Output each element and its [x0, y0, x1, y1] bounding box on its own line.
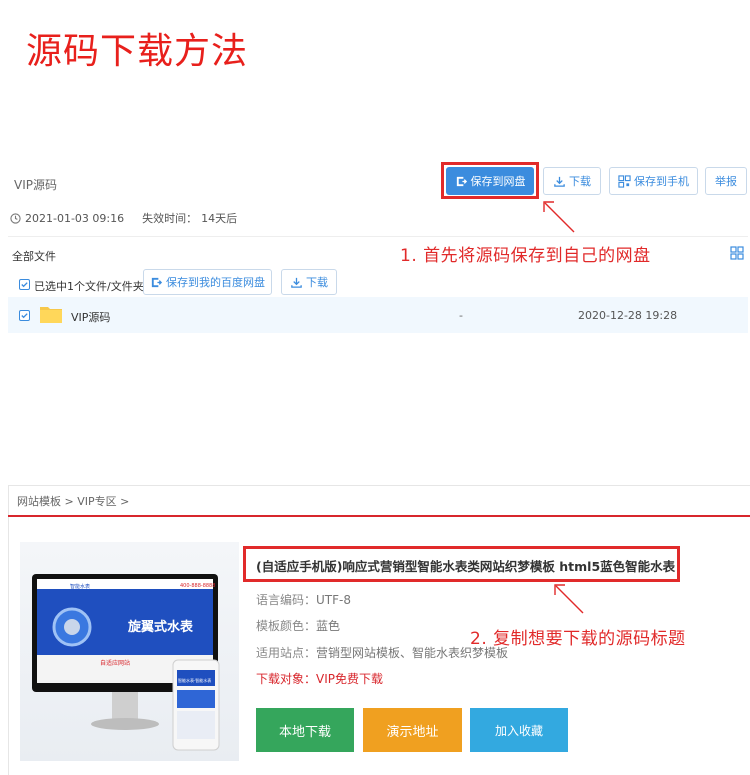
highlight-box-title: [243, 546, 680, 582]
page-heading: 源码下载方法: [26, 31, 249, 72]
demo-button[interactable]: 演示地址: [363, 708, 462, 752]
folder-icon: [40, 307, 62, 323]
shared-file-name: VIP源码: [14, 178, 57, 192]
save-to-baidu-button[interactable]: 保存到我的百度网盘: [143, 269, 272, 295]
download-button[interactable]: 下载: [543, 167, 601, 195]
all-files-label: 全部文件: [12, 250, 56, 263]
attr-color: 模板颜色：蓝色: [256, 617, 340, 634]
share-date: 2021-01-03 09:16: [25, 211, 125, 225]
divider: [8, 236, 748, 237]
favorite-button[interactable]: 加入收藏: [470, 708, 568, 752]
annotation-arrow-1: [543, 201, 575, 233]
checkmark-icon: [21, 313, 28, 319]
breadcrumb[interactable]: 网站模板 > VIP专区 >: [17, 493, 129, 509]
download-icon: [291, 277, 302, 288]
save-to-phone-button[interactable]: 保存到手机: [609, 167, 698, 195]
row-file-date: 2020-12-28 19:28: [578, 309, 678, 322]
attr-sites-label: 适用站点：: [256, 646, 317, 660]
selected-count-label: 已选中1个文件/文件夹: [34, 280, 144, 293]
save-to-phone-label: 保存到手机: [634, 175, 689, 188]
annotation-step-1: 1. 首先将源码保存到自己的网盘: [400, 246, 651, 266]
download-icon: [554, 176, 565, 187]
report-label: 举报: [715, 175, 737, 188]
attr-color-label: 模板颜色：: [256, 619, 317, 633]
checkmark-icon: [21, 282, 28, 288]
product-image: 智能水表 400-888-8888 旋翼式水表 自适应网站 智能水表·智能水表: [20, 542, 239, 761]
attr-color-value: 蓝色: [316, 619, 341, 633]
share-meta: 2021-01-03 09:16 失效时间： 14天后: [10, 210, 237, 226]
preview-mobile-heading: 智能水表·智能水表: [178, 678, 212, 683]
qr-code-icon: [618, 174, 631, 188]
annotation-arrow-2: [554, 584, 584, 614]
report-button[interactable]: 举报: [705, 167, 747, 195]
preview-heading: 自适应网站: [100, 660, 131, 667]
highlight-box-save: [441, 162, 539, 199]
local-download-button[interactable]: 本地下载: [256, 708, 354, 752]
grid-view-icon[interactable]: [730, 246, 744, 260]
row-checkbox[interactable]: [19, 310, 30, 321]
toolbar-download-label: 下载: [306, 276, 328, 289]
attr-target-value: VIP免费下载: [316, 672, 384, 686]
breadcrumb-divider: [8, 515, 750, 517]
expiry-value: 14天后: [201, 212, 238, 225]
preview-brand: 智能水表: [70, 584, 91, 590]
expiry-label: 失效时间：: [142, 212, 198, 225]
annotation-step-2: 2. 复制想要下载的源码标题: [470, 629, 686, 649]
attr-encoding: 语言编码：UTF-8: [256, 591, 351, 608]
attr-target-label: 下载对象：: [256, 672, 317, 686]
preview-banner: 旋翼式水表: [128, 620, 194, 635]
select-all-checkbox[interactable]: [19, 279, 30, 290]
attr-encoding-value: UTF-8: [316, 593, 351, 607]
row-file-name[interactable]: VIP源码: [71, 309, 110, 325]
download-label: 下载: [569, 175, 591, 188]
preview-phone: 400-888-8888: [180, 583, 216, 589]
row-file-size: -: [459, 309, 463, 322]
attr-target: 下载对象：VIP免费下载: [256, 670, 383, 687]
save-icon: [151, 277, 163, 287]
product-preview-graphic: [32, 574, 220, 751]
attr-encoding-label: 语言编码：: [256, 593, 317, 607]
save-to-baidu-label: 保存到我的百度网盘: [166, 276, 265, 289]
clock-icon: [10, 212, 21, 224]
toolbar-download-button[interactable]: 下载: [281, 269, 337, 295]
